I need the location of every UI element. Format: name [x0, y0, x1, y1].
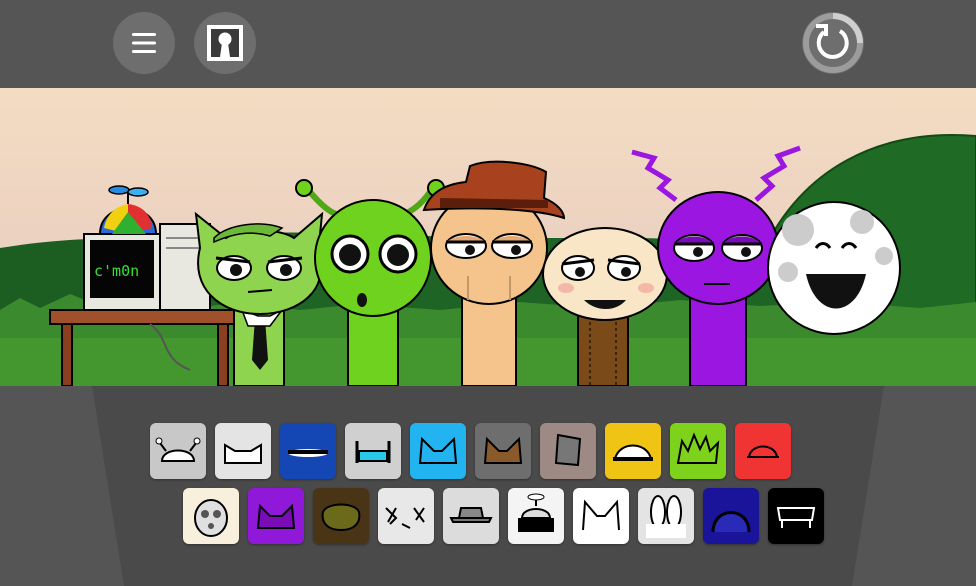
blue-visor-tile[interactable]: [280, 423, 336, 479]
menu-button[interactable]: [113, 12, 175, 74]
black-bench-tile[interactable]: [768, 488, 824, 544]
sound-palette-tray: [0, 386, 976, 586]
grey-headset-tile[interactable]: [345, 423, 401, 479]
brown-cat-tile[interactable]: [475, 423, 531, 479]
reset-button[interactable]: [802, 12, 864, 74]
purple-horns-tile[interactable]: [248, 488, 304, 544]
white-moon-character[interactable]: [767, 201, 901, 335]
red-dome-tile[interactable]: [735, 423, 791, 479]
grey-antenna-tile[interactable]: [150, 423, 206, 479]
top-toolbar: [0, 0, 976, 88]
palette-row-2: [183, 488, 824, 544]
bunny-ears-tile[interactable]: [638, 488, 694, 544]
yellow-dome-tile[interactable]: [605, 423, 661, 479]
keyhole-portrait-icon: [207, 25, 243, 61]
hamburger-menu-icon: [132, 33, 156, 53]
cyan-cat-tile[interactable]: [410, 423, 466, 479]
navy-arch-tile[interactable]: [703, 488, 759, 544]
tray-floor: [92, 386, 884, 586]
desk-top: [49, 309, 241, 325]
palette-row-1: [150, 423, 791, 479]
grey-fedora-tile[interactable]: [443, 488, 499, 544]
cream-egg-tile[interactable]: [183, 488, 239, 544]
olive-blob-tile[interactable]: [313, 488, 369, 544]
white-ears-tile[interactable]: [215, 423, 271, 479]
profile-mode-button[interactable]: [194, 12, 256, 74]
propeller-computer-tile[interactable]: [508, 488, 564, 544]
bucket-hat-tile[interactable]: [540, 423, 596, 479]
white-cat-tile[interactable]: [573, 488, 629, 544]
lime-spiky-tile[interactable]: [670, 423, 726, 479]
character-stage: c'm0n: [0, 88, 976, 386]
restart-arrow-icon: [803, 13, 863, 73]
screen-text: c'm0n: [94, 262, 139, 280]
white-scribble-tile[interactable]: [378, 488, 434, 544]
